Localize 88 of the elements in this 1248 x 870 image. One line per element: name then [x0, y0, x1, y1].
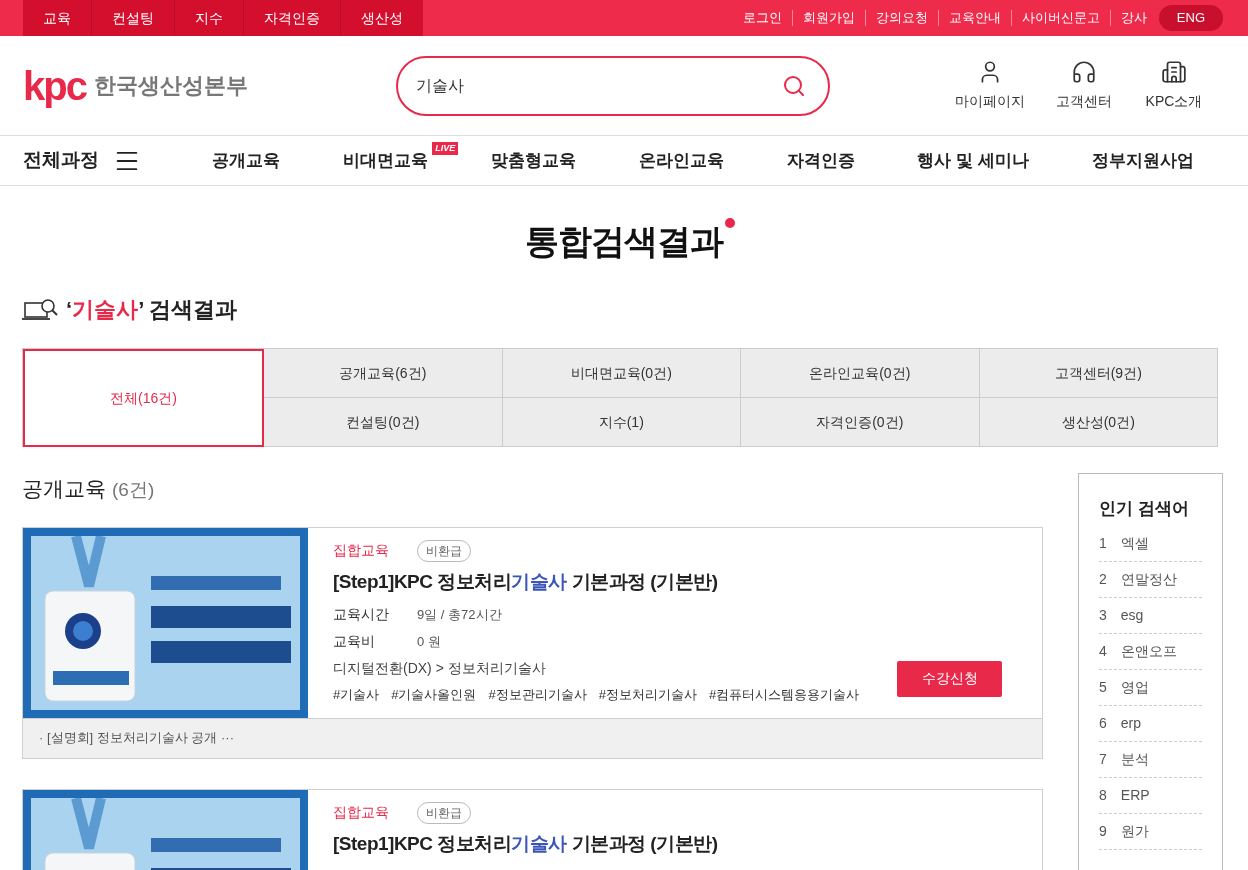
hashtag-link[interactable]: #기술사	[333, 685, 380, 705]
top-menu-item[interactable]: 지수	[175, 0, 244, 36]
top-link[interactable]: 강의요청	[865, 10, 939, 26]
filter-tab[interactable]: 자격인증(0건)	[741, 398, 980, 447]
top-menu-item[interactable]: 교육	[23, 0, 92, 36]
term-text: 원가	[1120, 821, 1149, 841]
search-icon[interactable]	[782, 73, 806, 98]
hashtag-link[interactable]: #정보관리기술사	[488, 685, 587, 705]
page-title: 통합검색결과	[525, 221, 723, 262]
top-link[interactable]: 사이버신문고	[1011, 10, 1111, 26]
live-badge: LIVE	[432, 141, 459, 155]
category-label: 집합교육	[333, 803, 389, 822]
nav-item[interactable]: 정부지원사업	[1091, 150, 1194, 170]
popular-term[interactable]: 4 온앤오프	[1099, 633, 1202, 670]
info-value: 9일 / 총72시간	[417, 605, 502, 624]
category-path: 디지털전환(DX) > 정보처리기술사	[333, 659, 546, 678]
info-label: 교육비	[333, 632, 376, 651]
nav-item[interactable]: 행사 및 세미나	[917, 150, 1029, 170]
filter-tab[interactable]: 공개교육(6건)	[264, 349, 503, 398]
top-menu-item[interactable]: 컨설팅	[92, 0, 175, 36]
rank-number: 2	[1099, 569, 1107, 589]
nav-item[interactable]: 맞춤형교육	[490, 150, 576, 170]
top-link[interactable]: 교육안내	[938, 10, 1012, 26]
info-value: 0 원	[417, 632, 441, 651]
term-text: ERP	[1120, 785, 1150, 805]
section-count: (6건)	[112, 478, 155, 502]
headset-icon	[1071, 59, 1097, 85]
course-title[interactable]: [Step1]KPC 정보처리기술사 기본과정 (기본반)	[333, 829, 718, 858]
nav-item[interactable]: 자격인증	[786, 150, 855, 170]
popular-term[interactable]: 6 erp	[1099, 705, 1202, 742]
top-link[interactable]: 로그인	[732, 10, 793, 26]
search-bar[interactable]: 기술사	[396, 55, 830, 116]
related-note[interactable]: · [설명회] 정보처리기술사 공개 ···	[23, 717, 1042, 758]
hashtag-link[interactable]: #컴퓨터시스템응용기술사	[708, 685, 860, 705]
term-text: 영업	[1120, 677, 1149, 697]
kpc-logo[interactable]: kpc 한국생산성본부	[23, 65, 396, 106]
rank-number: 9	[1099, 821, 1107, 841]
shortcut-link[interactable]: 마이페이지	[955, 59, 1025, 112]
filter-tab[interactable]: 컨설팅(0건)	[264, 398, 503, 447]
language-button[interactable]: ENG	[1158, 5, 1223, 31]
shortcut-link[interactable]: 고객센터	[1053, 59, 1115, 112]
search-input[interactable]: 기술사	[416, 73, 782, 98]
popular-term[interactable]: 2 연말정산	[1099, 561, 1202, 598]
top-link[interactable]: 회원가입	[792, 10, 866, 26]
popular-term[interactable]: 8 ERP	[1099, 777, 1202, 814]
term-text: erp	[1120, 713, 1142, 733]
rank-number: 3	[1099, 605, 1107, 625]
nav-item[interactable]: 비대면교육	[343, 150, 429, 170]
rank-number: 8	[1099, 785, 1107, 805]
section-title: 공개교육	[22, 476, 106, 502]
term-text: esg	[1120, 605, 1144, 625]
rank-number: 4	[1099, 641, 1107, 661]
nav-item[interactable]: 공개교육	[212, 150, 281, 170]
rank-number: 7	[1099, 749, 1107, 769]
top-link[interactable]: 강사	[1110, 10, 1157, 26]
rank-number: 1	[1099, 533, 1107, 553]
course-title[interactable]: [Step1]KPC 정보처리기술사 기본과정 (기본반)	[333, 567, 718, 596]
popular-term[interactable]: 9 원가	[1099, 813, 1202, 850]
top-menu-item[interactable]: 자격인증	[244, 0, 341, 36]
term-text: 엑셀	[1120, 533, 1149, 553]
term-text: 온앤오프	[1120, 641, 1177, 661]
hashtag-link[interactable]: #기술사올인원	[391, 685, 477, 705]
popular-term[interactable]: 7 분석	[1099, 741, 1202, 778]
filter-tab[interactable]: 비대면교육(0건)	[502, 349, 741, 398]
rank-number: 5	[1099, 677, 1107, 697]
laptop-search-icon	[22, 296, 58, 323]
nav-item[interactable]: 온라인교육	[638, 150, 724, 170]
building-icon	[1161, 59, 1187, 85]
filter-tab[interactable]: 생산성(0건)	[979, 398, 1218, 447]
panel-title: 인기 검색어	[1099, 498, 1190, 520]
category-label: 집합교육	[333, 541, 389, 560]
rank-number: 6	[1099, 713, 1107, 733]
result-heading: ‘기술사’ 검색결과	[66, 296, 238, 324]
all-courses-link[interactable]: 전체과정	[23, 146, 111, 175]
filter-tab[interactable]: 온라인교육(0건)	[741, 349, 980, 398]
filter-tab[interactable]: 전체(16건)	[23, 349, 264, 447]
shortcut-link[interactable]: KPC소개	[1143, 59, 1205, 112]
apply-button[interactable]: 수강신청	[897, 660, 1002, 697]
term-text: 분석	[1120, 749, 1149, 769]
popular-term[interactable]: 5 영업	[1099, 669, 1202, 706]
popular-term[interactable]: 3 esg	[1099, 597, 1202, 634]
filter-tab[interactable]: 지수(1)	[502, 398, 741, 447]
info-label: 교육시간	[333, 605, 390, 624]
popular-term[interactable]: 1 엑셀	[1099, 525, 1202, 562]
top-menu-item[interactable]: 생산성	[341, 0, 423, 36]
filter-tab[interactable]: 고객센터(9건)	[979, 349, 1218, 398]
hashtag-link[interactable]: #정보처리기술사	[598, 685, 697, 705]
term-text: 연말정산	[1120, 569, 1177, 589]
